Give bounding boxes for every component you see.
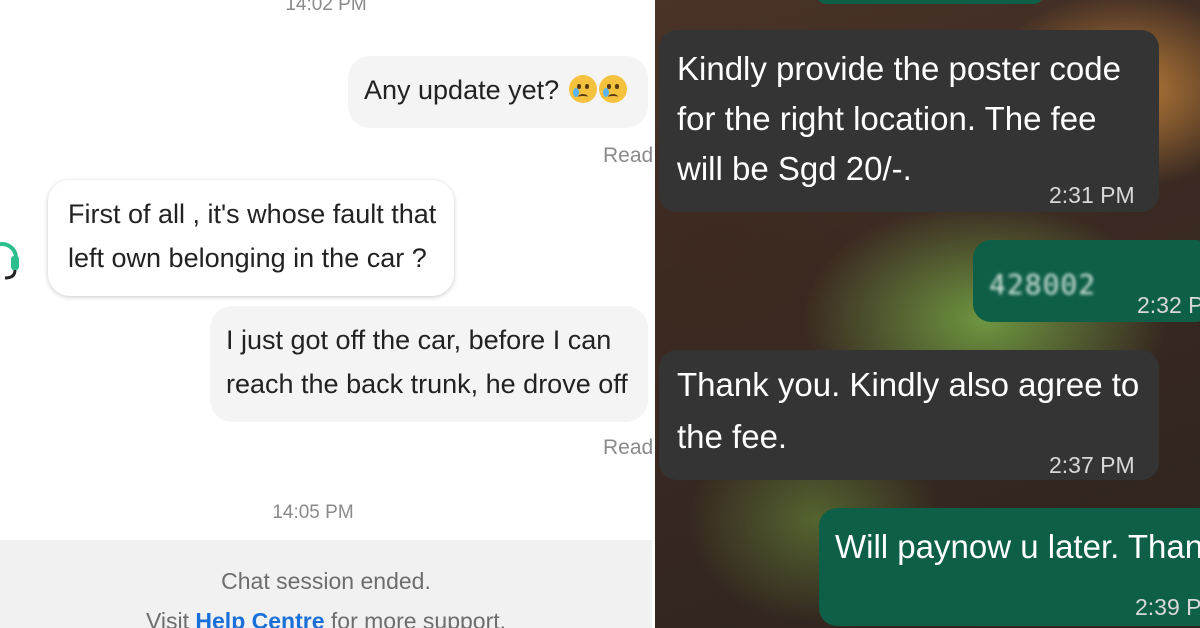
more-support-text: for more support.	[330, 608, 507, 628]
message-line: left own belonging in the car ?	[68, 243, 427, 273]
whatsapp-chat-panel: Kindly provide the poster code for the r…	[655, 0, 1200, 628]
message-line: for the right location. The fee	[677, 100, 1097, 137]
read-receipt: Read	[603, 144, 652, 167]
crying-face-emoji-icon	[598, 75, 627, 103]
message-line: First of all , it's whose fault that	[68, 199, 437, 229]
support-agent-headset-icon	[0, 242, 19, 280]
user-message-bubble: I just got off the car, before I can rea…	[210, 306, 648, 422]
message-time: 2:31 PM	[1049, 182, 1135, 208]
message-time: 2:37 PM	[1049, 452, 1135, 478]
chat-ended-text: Chat session ended.	[221, 568, 431, 594]
message-line: I just got off the car, before I can	[226, 325, 612, 355]
read-receipt: Read	[603, 436, 652, 459]
message-line: reach the back trunk, he drove off	[226, 369, 628, 399]
blurred-postal-code: 428002	[989, 268, 1097, 301]
message-line: will be Sgd 20/-.	[677, 150, 912, 187]
agent-message-bubble: First of all , it's whose fault that lef…	[48, 180, 454, 296]
message-line: Thank you. Kindly also agree to	[677, 366, 1140, 403]
crying-face-emoji-icon	[568, 75, 597, 103]
help-centre-line: Visit Help Centre for more support.	[0, 608, 652, 628]
sent-message-bubble: Will paynow u later. Thanks 2:39 PM	[819, 508, 1200, 626]
chat-ended-footer: Chat session ended. Visit Help Centre fo…	[0, 540, 652, 628]
visit-text: Visit	[145, 608, 190, 628]
received-message-bubble: Thank you. Kindly also agree to the fee.…	[659, 350, 1159, 480]
message-line: Kindly provide the poster code	[677, 50, 1121, 87]
message-text: Any update yet?	[364, 75, 560, 105]
partial-sent-bubble	[815, 0, 1045, 4]
message-time: 2:39 PM	[1135, 594, 1200, 620]
timestamp-bottom: 14:05 PM	[272, 502, 354, 523]
message-line: Will paynow u later. Thanks	[835, 528, 1200, 565]
support-chat-panel: 14:02 PM Any update yet? Read First of a…	[0, 0, 652, 628]
message-time: 2:32 PM	[1137, 292, 1200, 318]
message-line: the fee.	[677, 418, 788, 455]
received-message-bubble: Kindly provide the poster code for the r…	[659, 30, 1159, 212]
user-message-bubble: Any update yet?	[348, 56, 648, 128]
timestamp-top: 14:02 PM	[285, 0, 367, 15]
sent-message-bubble: 428002 2:32 PM	[973, 240, 1200, 322]
help-centre-link[interactable]: Help Centre	[195, 608, 324, 628]
